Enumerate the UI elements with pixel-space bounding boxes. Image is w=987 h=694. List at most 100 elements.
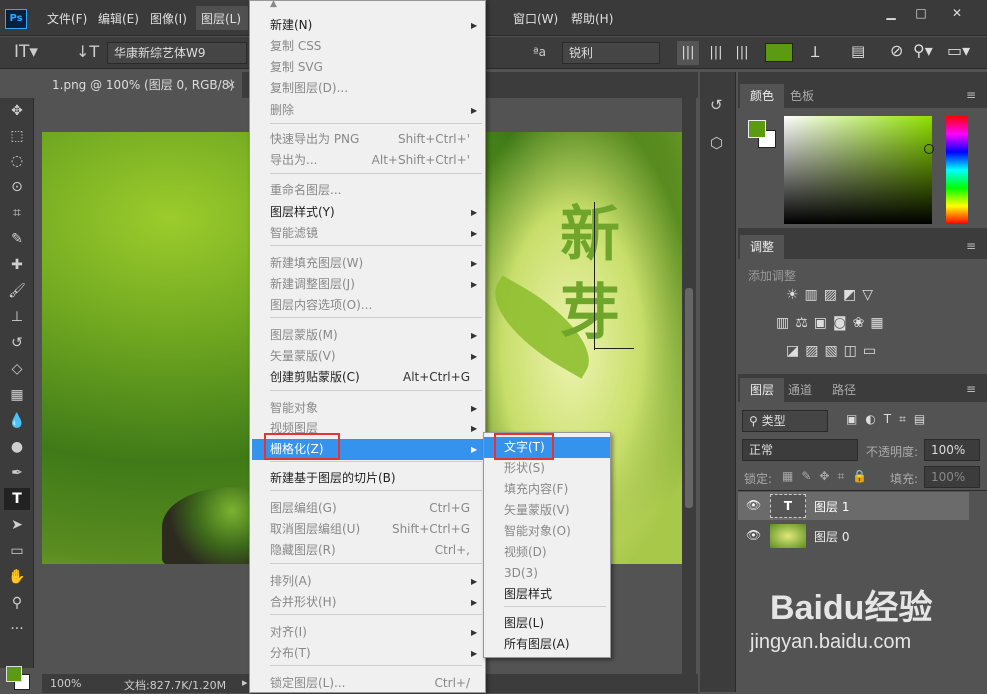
layers-menu-icon[interactable]: ≡ <box>966 382 976 396</box>
path-select-tool-icon[interactable]: ➤ <box>4 514 30 536</box>
layer-menu-item[interactable]: 创建剪贴蒙版(C) Alt+Ctrl+G <box>250 367 486 388</box>
layer-row-text[interactable]: 👁 T 图层 1 <box>738 492 969 520</box>
layer-menu-item[interactable]: 图层样式(Y) ▶ <box>250 202 486 223</box>
character-panel-icon[interactable]: ▤ <box>851 42 865 60</box>
layer-menu-item[interactable]: 智能对象 ▶ <box>250 398 486 419</box>
rasterize-menu-item[interactable]: 形状(S) <box>484 458 610 479</box>
cancel-icon[interactable]: ⊘ <box>890 41 903 60</box>
menu-window[interactable]: 窗口(W) <box>513 10 558 27</box>
foreground-color-swatch[interactable] <box>6 666 22 682</box>
layer-menu-item[interactable]: 矢量蒙版(V) ▶ <box>250 346 486 367</box>
rasterize-menu-item[interactable]: 智能对象(O) <box>484 521 610 542</box>
layer-filter-icons[interactable]: ▣◐T⌗▤ <box>846 412 933 427</box>
dodge-tool-icon[interactable]: ● <box>4 436 30 458</box>
layer-menu-item[interactable]: 导出为... Alt+Shift+Ctrl+' <box>250 150 486 171</box>
menu-layer[interactable]: 图层(L) <box>201 10 241 27</box>
warp-text-icon[interactable]: Ʇ <box>811 42 819 62</box>
quick-select-tool-icon[interactable]: ⊙ <box>4 176 30 198</box>
maximize-icon[interactable]: □ <box>906 4 936 24</box>
lasso-tool-icon[interactable]: ◌ <box>4 150 30 172</box>
brush-tool-icon[interactable]: 🖌 <box>4 280 30 302</box>
adjust-menu-icon[interactable]: ≡ <box>966 239 976 253</box>
rasterize-menu-item[interactable]: 图层(L) <box>484 613 610 634</box>
menu-help[interactable]: 帮助(H) <box>571 10 613 27</box>
text-color-swatch[interactable] <box>765 43 793 62</box>
visibility-eye-icon[interactable]: 👁 <box>746 528 761 542</box>
hue-slider[interactable] <box>946 116 968 224</box>
lock-icons[interactable]: ▦✎✥⌗🔒 <box>782 469 875 484</box>
eyedropper-tool-icon[interactable]: ✎ <box>4 228 30 250</box>
tab-adjustments[interactable]: 调整 <box>740 235 785 259</box>
blend-mode-select[interactable]: 正常 <box>742 439 858 461</box>
crop-tool-icon[interactable]: ⌗ <box>4 202 30 224</box>
layer-menu-item[interactable]: 删除 ▶ <box>250 100 486 121</box>
blur-tool-icon[interactable]: 💧 <box>4 410 30 432</box>
layer-menu-item[interactable]: 新建调整图层(J) ▶ <box>250 274 486 295</box>
search-icon[interactable]: ⚲▾ <box>913 41 933 60</box>
type-tool-icon[interactable]: T <box>4 488 30 510</box>
rasterize-menu-item[interactable]: 视频(D) <box>484 542 610 563</box>
tab-paths[interactable]: 路径 <box>822 378 866 402</box>
hand-tool-icon[interactable]: ✋ <box>4 566 30 588</box>
close-icon[interactable]: ✕ <box>942 4 972 24</box>
tab-color[interactable]: 颜色 <box>740 84 785 108</box>
opacity-input[interactable]: 100% <box>924 439 980 461</box>
menu-edit[interactable]: 编辑(E) <box>98 10 139 27</box>
layer-filter-select[interactable]: ⚲ 类型 <box>742 410 828 432</box>
layer-menu-item[interactable]: 复制图层(D)... <box>250 78 486 99</box>
align-center-icon[interactable]: ||| <box>705 41 727 65</box>
more-tools-icon[interactable]: ··· <box>4 618 30 640</box>
layer-menu-item[interactable]: 合并形状(H) ▶ <box>250 592 486 613</box>
layer-menu-item[interactable]: 新建填充图层(W) ▶ <box>250 253 486 274</box>
pen-tool-icon[interactable]: ✒ <box>4 462 30 484</box>
rasterize-menu-item[interactable]: 填充内容(F) <box>484 479 610 500</box>
shape-tool-icon[interactable]: ▭ <box>4 540 30 562</box>
anti-alias-select[interactable]: 锐利 <box>562 42 660 64</box>
document-tab[interactable]: 1.png @ 100% (图层 0, RGB/8) ✕ <box>42 72 242 98</box>
layer-menu-item[interactable]: 对齐(I) ▶ <box>250 622 486 643</box>
scrollbar-thumb[interactable] <box>685 288 693 508</box>
layer-menu-item[interactable]: 重命名图层... <box>250 180 486 201</box>
minimize-icon[interactable]: ▁ <box>876 4 906 24</box>
close-tab-icon[interactable]: ✕ <box>226 72 236 98</box>
tab-swatches[interactable]: 色板 <box>780 84 824 108</box>
layer-menu-item[interactable]: 图层编组(G) Ctrl+G <box>250 498 486 519</box>
layer-menu-item[interactable]: 锁定图层(L)... Ctrl+/ <box>250 673 486 694</box>
layer-menu-item[interactable]: 隐藏图层(R) Ctrl+, <box>250 540 486 561</box>
zoom-tool-icon[interactable]: ⚲ <box>4 592 30 614</box>
rasterize-menu-item[interactable]: 矢量蒙版(V) <box>484 500 610 521</box>
align-right-icon[interactable]: ||| <box>731 41 753 65</box>
rasterize-menu-item[interactable]: 3D(3) <box>484 563 610 584</box>
history-brush-tool-icon[interactable]: ↺ <box>4 332 30 354</box>
layer-menu-item[interactable]: 快速导出为 PNG Shift+Ctrl+' <box>250 129 486 150</box>
eraser-tool-icon[interactable]: ◇ <box>4 358 30 380</box>
adjust-icons-row-2[interactable]: ▥⚖▣◙❀▦ <box>776 315 890 331</box>
layer-menu-item[interactable]: 复制 CSS <box>250 36 486 57</box>
status-arrow-icon[interactable]: ▸ <box>242 676 248 689</box>
3d-panel-icon[interactable]: ⬡ <box>710 134 723 152</box>
rasterize-menu-item[interactable]: 所有图层(A) <box>484 634 610 655</box>
marquee-tool-icon[interactable]: ⬚ <box>4 125 30 147</box>
layer-menu-item[interactable]: 分布(T) ▶ <box>250 643 486 664</box>
zoom-level[interactable]: 100% <box>50 677 81 690</box>
menu-file[interactable]: 文件(F) <box>47 10 87 27</box>
color-field[interactable] <box>784 116 932 224</box>
layer-menu-item[interactable]: 智能滤镜 ▶ <box>250 223 486 244</box>
menu-scroll-up-icon[interactable]: ▲ <box>270 0 277 9</box>
fill-input[interactable]: 100% <box>924 466 980 488</box>
layer-menu-item[interactable]: 排列(A) ▶ <box>250 571 486 592</box>
adjust-icons-row-1[interactable]: ☀▥▨◩▽ <box>786 287 879 303</box>
layer-menu-item[interactable]: 图层蒙版(M) ▶ <box>250 325 486 346</box>
layer-row-image[interactable]: 👁 图层 0 <box>738 522 969 550</box>
layer-menu-item[interactable]: 图层内容选项(O)... <box>250 295 486 316</box>
layer-menu-item[interactable]: 新建基于图层的切片(B) <box>250 468 486 489</box>
stamp-tool-icon[interactable]: ⊥ <box>4 306 30 328</box>
panel-menu-icon[interactable]: ≡ <box>966 88 976 102</box>
menu-image[interactable]: 图像(I) <box>150 10 187 27</box>
layer-menu-item[interactable]: 新建(N) ▶ <box>250 15 486 36</box>
healing-brush-tool-icon[interactable]: ✚ <box>4 254 30 276</box>
align-left-icon[interactable]: ||| <box>677 41 699 65</box>
layer-menu-item[interactable]: 复制 SVG <box>250 57 486 78</box>
adjust-icons-row-3[interactable]: ◪▨▧◫▭ <box>786 343 882 359</box>
type-tool-preset-icon[interactable]: IT▾ <box>14 42 38 62</box>
